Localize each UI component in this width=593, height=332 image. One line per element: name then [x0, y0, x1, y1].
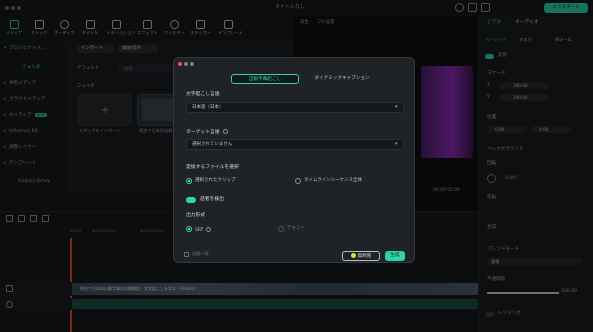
option-text: テキスト	[287, 226, 305, 231]
output-format-label: 出力形式	[186, 213, 206, 218]
radio-srt[interactable]	[186, 226, 192, 232]
subtitle-dialog: 自動字幕起こし ダイナミックキャプション 文字起こし言語 日本語（日本） ▾ タ…	[173, 57, 415, 263]
dialog-minimize-icon[interactable]	[184, 62, 188, 66]
radio-selected-clip[interactable]	[186, 178, 192, 184]
dialog-maximize-icon[interactable]	[190, 62, 194, 66]
coin-icon	[350, 253, 356, 258]
radio-whole-timeline[interactable]	[295, 178, 301, 184]
language-select[interactable]: 日本語（日本） ▾	[186, 102, 404, 113]
radio-text[interactable]	[278, 226, 284, 232]
target-language-label: ターゲット言語	[186, 129, 228, 136]
target-language-select[interactable]: 選択されていません ▾	[186, 139, 404, 150]
option-srt: SRT	[195, 227, 212, 234]
credits-pill[interactable]: 無制限	[342, 251, 380, 261]
dialog-close-icon[interactable]	[178, 62, 182, 66]
speaker-detect-label: 話者を検出	[200, 197, 224, 202]
info-icon[interactable]	[206, 227, 212, 232]
option-selected-clip: 選択されたクリップ	[195, 178, 236, 183]
tab-auto-subtitle[interactable]: 自動字幕起こし	[231, 74, 299, 84]
option-whole-timeline: タイムラインシーケンス全体	[304, 178, 362, 183]
chevron-down-icon: ▾	[395, 104, 398, 110]
file-select-label: 変換するファイルを選択	[186, 165, 239, 170]
auto-match-checkbox[interactable]	[184, 252, 189, 257]
chevron-down-icon: ▾	[395, 141, 398, 147]
info-icon[interactable]	[222, 129, 228, 134]
language-label: 文字起こし言語	[186, 92, 220, 97]
generate-button[interactable]: 生成	[385, 251, 405, 261]
speaker-detect-toggle[interactable]	[186, 197, 196, 203]
auto-match-label: 自動一致	[192, 251, 209, 256]
tab-dynamic-caption[interactable]: ダイナミックキャプション	[302, 74, 382, 84]
